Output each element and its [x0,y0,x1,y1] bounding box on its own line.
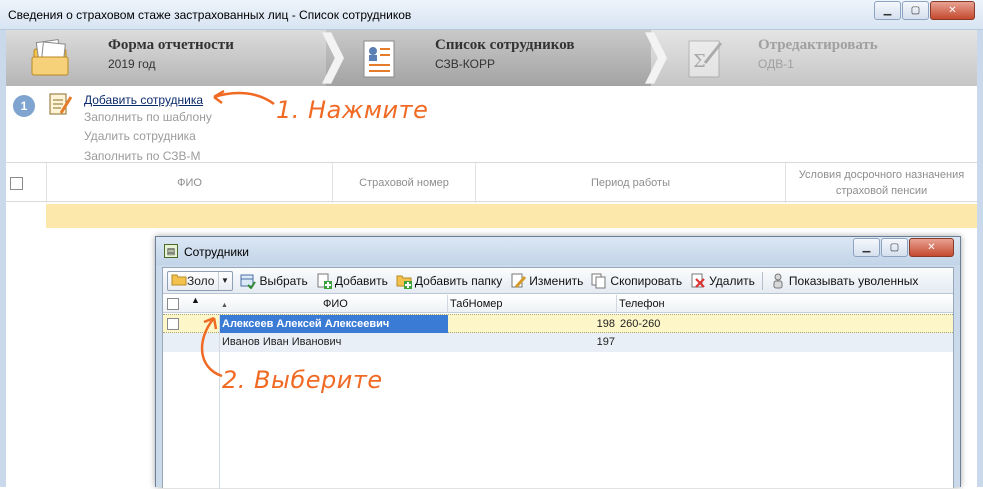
add-document-icon [316,273,332,289]
annotation-click: 1. Нажмите [276,96,429,124]
table-row[interactable]: Иванов Иван Иванович 197 [163,333,953,352]
toolbar-separator [761,271,763,290]
show-dismissed-label: Показывать уволенных [788,273,919,288]
row-tab-number: 197 [596,336,615,348]
copy-button-label: Скопировать [610,273,683,288]
wizard-separator [645,32,667,84]
fill-by-szvm-link: Заполнить по СЗВ-М [84,149,201,163]
dialog-minimize-button[interactable]: ▁ [853,238,880,257]
column-header-early-pension[interactable]: Условия досрочного назначения страховой … [785,163,977,203]
annotation-arrow-icon [213,89,275,106]
window-minimize-button[interactable]: ▁ [874,1,901,20]
wizard-step-title: Отредактировать [758,37,878,53]
delete-button[interactable]: Удалить [686,270,759,292]
dialog-maximize-button[interactable]: ▢ [881,238,908,257]
wizard-steps: Форма отчетности 2019 год Список сотрудн… [6,30,977,86]
table-row[interactable]: Алексеев Алексей Алексеевич 198 260-260 [163,314,953,334]
step-number-badge: 1 [13,95,35,117]
row-fio: Алексеев Алексей Алексеевич [219,315,448,334]
sort-indicator-icon: ▲ [221,302,228,309]
dialog-toolbar: Золо ▼ Выбрать Добавить Добавить папку И… [163,268,953,294]
list-column-tab-number[interactable]: ТабНомер [448,295,617,313]
wizard-step-title: Форма отчетности [108,37,234,53]
row-tab-number: 198 [596,318,615,330]
row-phone: 260-260 [620,318,661,330]
wizard-step-subtitle: 2019 год [108,57,156,71]
edit-document-icon: Σ [681,35,727,81]
folder-filter-select[interactable]: Золо ▼ [167,270,234,291]
annotation-select: 2. Выберите [222,366,383,394]
grid-empty-row[interactable] [46,204,977,228]
fill-by-template-link: Заполнить по шаблону [84,110,212,124]
edit-button-label: Изменить [529,273,584,288]
folder-icon [171,272,187,289]
edit-pencil-icon [510,273,527,289]
column-header-insurance-number[interactable]: Страховой номер [332,163,475,203]
folder-documents-icon [28,35,74,81]
directory-icon: ▤ [164,244,178,258]
wizard-step-employee-list[interactable]: Список сотрудников СЗВ-КОРР [326,30,651,86]
select-button-label: Выбрать [259,273,308,288]
row-fio: Иванов Иван Иванович [222,336,342,348]
wizard-step-edit: Σ Отредактировать ОДВ-1 [651,30,977,86]
chevron-down-icon: ▼ [218,271,230,290]
window-titlebar: Сведения о страховом стаже застрахованны… [0,0,983,30]
list-column-phone[interactable]: Телефон [617,295,953,313]
list-column-fio-label: ФИО [323,298,348,310]
employees-dialog: ▤ Сотрудники ▁ ▢ ✕ Золо ▼ Выбрать Добави… [155,236,961,489]
show-dismissed-toggle[interactable]: Показывать уволенных [766,270,922,292]
select-all-checkbox[interactable] [10,177,23,190]
add-folder-button[interactable]: Добавить папку [392,270,506,292]
add-button[interactable]: Добавить [312,270,392,292]
edit-button[interactable]: Изменить [506,270,587,292]
employees-grid-header: ФИО Страховой номер Период работы Услови… [6,162,977,203]
delete-button-label: Удалить [709,273,755,288]
add-button-label: Добавить [334,273,388,288]
dialog-titlebar: ▤ Сотрудники ▁ ▢ ✕ [156,237,960,265]
add-folder-button-label: Добавить папку [414,273,503,288]
wizard-step-subtitle: ОДВ-1 [758,57,794,71]
column-header-work-period[interactable]: Период работы [475,163,785,203]
window-close-button[interactable]: ✕ [930,1,975,20]
employee-list: Алексеев Алексей Алексеевич 198 260-260 … [163,314,953,489]
folder-filter-value: Золо [187,273,215,288]
employee-card-icon [356,35,402,81]
person-icon [770,273,786,289]
select-table-icon [240,273,257,289]
delete-employee-link: Удалить сотрудника [84,129,196,143]
column-header-fio[interactable]: ФИО [46,163,332,203]
window-controls: ▁ ▢ ✕ [873,1,975,20]
dialog-close-button[interactable]: ✕ [909,238,954,257]
delete-icon [690,273,706,289]
row-checkbox[interactable] [167,318,179,330]
list-column-fio[interactable]: ▲ ФИО [219,295,448,313]
add-folder-icon [396,273,412,289]
wizard-step-report-form[interactable]: Форма отчетности 2019 год [6,30,326,86]
copy-button[interactable]: Скопировать [587,270,686,292]
select-button[interactable]: Выбрать [236,270,311,292]
notepad-edit-icon [47,91,73,117]
window-maximize-button[interactable]: ▢ [902,1,929,20]
copy-icon [591,273,607,289]
dialog-title: Сотрудники [184,245,249,259]
row-phone [617,333,917,352]
employee-list-header: ▲ ▲ ФИО ТабНомер Телефон [163,295,953,313]
wizard-step-title: Список сотрудников [435,37,575,53]
sort-up-icon[interactable]: ▲ [191,295,200,305]
add-employee-link[interactable]: Добавить сотрудника [84,93,203,107]
wizard-separator [322,32,344,84]
wizard-step-subtitle: СЗВ-КОРР [435,57,495,71]
window-title: Сведения о страховом стаже застрахованны… [8,8,412,22]
dialog-controls: ▁ ▢ ✕ [852,238,954,257]
list-select-all-checkbox[interactable] [167,298,179,310]
svg-text:Σ: Σ [693,51,706,72]
